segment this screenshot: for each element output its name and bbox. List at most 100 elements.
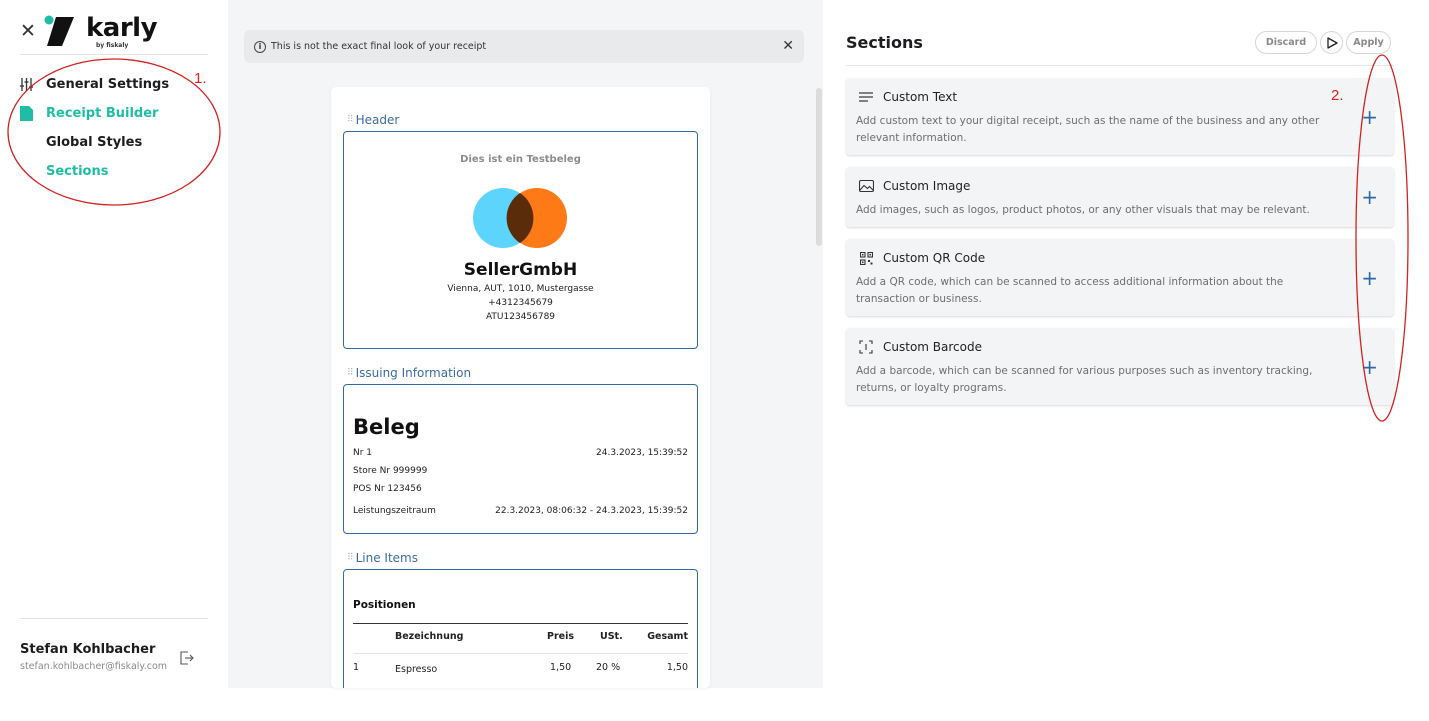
pos-number: POS Nr 123456 — [353, 484, 422, 494]
card-title-text: Custom Text — [883, 90, 958, 104]
scrollbar-thumb[interactable] — [816, 88, 822, 246]
section-card-custom-barcode[interactable]: Custom Barcode Add a barcode, which can … — [846, 328, 1394, 405]
section-title-text: Header — [355, 113, 400, 127]
drag-handle-icon[interactable]: ⠿ — [347, 368, 354, 378]
col-bezeichnung: Bezeichnung — [395, 631, 464, 642]
nav-sections[interactable]: Sections — [20, 157, 210, 186]
user-profile: Stefan Kohlbacher stefan.kohlbacher@fisk… — [20, 642, 210, 672]
nav-global-styles[interactable]: Global Styles — [20, 128, 210, 157]
store-number-row: Store Nr 999999 — [353, 466, 688, 476]
nav-label: Sections — [46, 164, 109, 179]
sidebar: ✕ karly by fiskaly General Settings Rece… — [0, 0, 228, 688]
add-custom-qr-code-button[interactable]: + — [1361, 268, 1378, 288]
qr-code-icon — [857, 251, 875, 265]
close-icon[interactable]: ✕ — [782, 38, 794, 54]
receipt-preview-panel: i This is not the exact final look of yo… — [228, 0, 823, 688]
line-items-section[interactable]: Positionen Bezeichnung Preis USt. Gesamt… — [343, 569, 698, 688]
nav-receipt-builder[interactable]: Receipt Builder — [20, 99, 210, 128]
text-lines-icon — [857, 90, 875, 104]
sections-title: Sections — [846, 33, 923, 52]
seller-address: Vienna, AUT, 1010, Mustergasse — [447, 284, 594, 294]
section-card-custom-qr-code[interactable]: Custom QR Code Add a QR code, which can … — [846, 239, 1394, 316]
image-icon — [857, 179, 875, 193]
card-title-text: Custom Barcode — [883, 340, 982, 354]
sidebar-nav: General Settings Receipt Builder Global … — [20, 70, 210, 186]
brand-sub: by fiskaly — [96, 42, 129, 49]
store-number: Store Nr 999999 — [353, 466, 428, 476]
card-title: Custom QR Code — [857, 251, 985, 265]
annotation-number-1: 1. — [194, 70, 207, 87]
nav-label: Global Styles — [46, 135, 143, 150]
card-title-text: Custom Image — [883, 179, 971, 193]
annotation-number-2: 2. — [1331, 87, 1344, 104]
nav-label: General Settings — [46, 77, 170, 92]
card-title: Custom Barcode — [857, 340, 982, 354]
info-icon: i — [254, 40, 266, 53]
row-total: 1,50 — [666, 662, 688, 673]
seller-logo-icon — [473, 188, 567, 248]
section-card-custom-text[interactable]: Custom Text Add custom text to your digi… — [846, 78, 1394, 155]
karly-logo-mark-icon — [44, 15, 74, 46]
service-period-label: Leistungszeitraum — [353, 506, 436, 516]
receipt-number: Nr 1 — [353, 448, 373, 458]
section-title-text: Line Items — [355, 551, 418, 565]
seller-phone: +4312345679 — [488, 298, 553, 308]
card-description: Add a barcode, which can be scanned for … — [856, 365, 1313, 394]
card-title-text: Custom QR Code — [883, 251, 986, 265]
barcode-scan-icon — [857, 340, 875, 354]
service-period-row: Leistungszeitraum 22.3.2023, 08:06:32 - … — [353, 506, 688, 516]
service-period-value: 22.3.2023, 08:06:32 - 24.3.2023, 15:39:5… — [495, 506, 688, 516]
positions-title: Positionen — [353, 599, 416, 611]
table-header-row: Bezeichnung Preis USt. Gesamt — [353, 627, 688, 647]
section-title-header[interactable]: ⠿ Header — [347, 113, 399, 127]
add-custom-image-button[interactable]: + — [1361, 187, 1378, 207]
card-description: Add a QR code, which can be scanned to a… — [856, 276, 1284, 305]
seller-vat-id: ATU123456789 — [485, 312, 556, 322]
brand-name: karly — [86, 13, 158, 43]
table-row: 1 Espresso 1,50 20 % 1,50 — [353, 658, 688, 678]
nav-label: Receipt Builder — [46, 106, 159, 121]
section-card-custom-image[interactable]: Custom Image Add images, such as logos, … — [846, 167, 1394, 227]
seller-name: SellerGmbH — [463, 260, 578, 280]
row-name: Espresso — [395, 664, 438, 675]
close-icon[interactable]: ✕ — [20, 21, 36, 41]
drag-handle-icon[interactable]: ⠿ — [347, 115, 354, 125]
card-description: Add images, such as logos, product photo… — [856, 204, 1310, 216]
section-title-issuing[interactable]: ⠿ Issuing Information — [347, 366, 471, 380]
table-rule — [353, 623, 688, 624]
receipt-number-row: Nr 1 24.3.2023, 15:39:52 — [353, 448, 688, 458]
card-description: Add custom text to your digital receipt,… — [856, 115, 1320, 144]
card-title: Custom Image — [857, 179, 970, 193]
receipt-preview: ⠿ Header Dies ist ein Testbeleg SellerGm… — [331, 87, 710, 688]
header-divider — [846, 65, 1394, 66]
col-preis: Preis — [547, 631, 575, 642]
row-separator — [353, 653, 688, 654]
row-number: 1 — [353, 662, 360, 673]
row-price: 1,50 — [550, 662, 572, 673]
add-custom-barcode-button[interactable]: + — [1361, 357, 1378, 377]
info-banner: i This is not the exact final look of yo… — [244, 30, 804, 63]
discard-button[interactable]: Discard — [1255, 31, 1317, 54]
preview-play-button[interactable] — [1320, 31, 1343, 54]
apply-button[interactable]: Apply — [1346, 31, 1391, 54]
card-title: Custom Text — [857, 90, 957, 104]
issuing-info-section[interactable]: Beleg Nr 1 24.3.2023, 15:39:52 Store Nr … — [343, 384, 698, 534]
karly-logo: karly by fiskaly — [44, 13, 158, 49]
add-custom-text-button[interactable]: + — [1361, 107, 1378, 127]
section-title-line-items[interactable]: ⠿ Line Items — [347, 551, 418, 565]
nav-general-settings[interactable]: General Settings — [20, 70, 210, 99]
sliders-icon — [20, 78, 46, 91]
header-section[interactable]: Dies ist ein Testbeleg SellerGmbH Vienna… — [343, 131, 698, 349]
section-title-text: Issuing Information — [355, 366, 472, 380]
play-icon — [1326, 36, 1338, 49]
sidebar-divider — [20, 618, 208, 619]
col-ust: USt. — [600, 631, 623, 642]
drag-handle-icon[interactable]: ⠿ — [347, 553, 354, 563]
document-icon — [20, 106, 46, 121]
col-gesamt: Gesamt — [647, 631, 688, 642]
pos-number-row: POS Nr 123456 — [353, 484, 688, 494]
sidebar-divider — [20, 54, 208, 55]
banner-text: This is not the exact final look of your… — [271, 41, 487, 52]
receipt-type: Beleg — [353, 415, 420, 439]
logout-icon[interactable] — [180, 650, 194, 669]
